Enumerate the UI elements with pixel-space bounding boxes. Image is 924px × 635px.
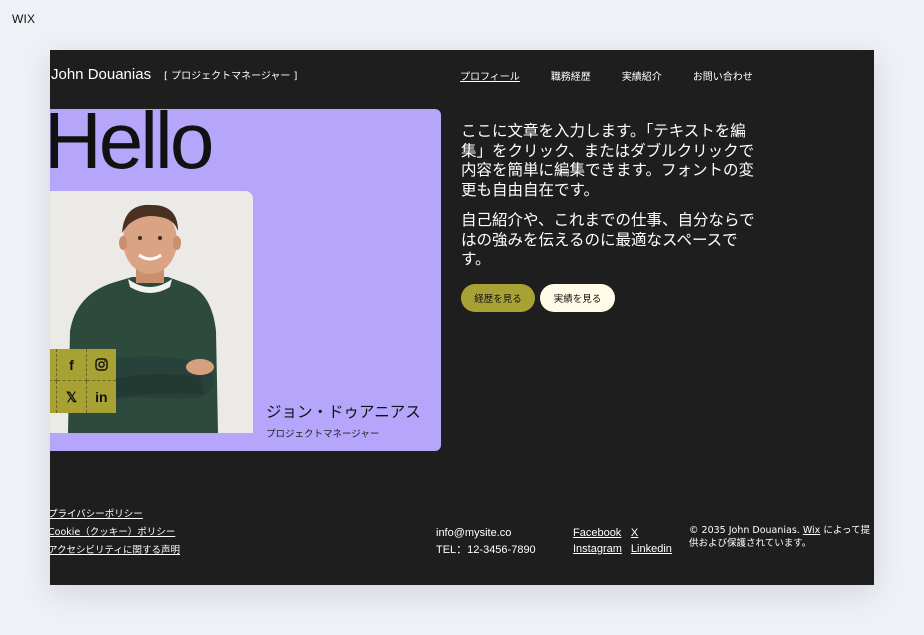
intro-paragraph-2: 自己紹介や、これまでの仕事、自分ならではの強みを伝えるのに最適なスペースです。 bbox=[461, 211, 755, 268]
intro-paragraph-1: ここに文章を入力します。「テキストを編集」をクリック、またはダブルクリックで内容… bbox=[461, 122, 755, 199]
contact-email[interactable]: info@mysite.co bbox=[436, 525, 536, 542]
wix-logo: WIX bbox=[12, 12, 36, 26]
nav-item-profile[interactable]: プロフィール bbox=[460, 68, 520, 83]
view-works-button[interactable]: 実績を見る bbox=[540, 284, 615, 312]
footer-legal-links: プライバシーポリシー Cookie（クッキー）ポリシー アクセシビリティに関する… bbox=[50, 506, 180, 560]
view-career-button[interactable]: 経歴を見る bbox=[461, 284, 535, 312]
person-role: プロジェクトマネージャー bbox=[266, 429, 380, 440]
copyright: © 2035 John Douanias. Wix によって提供および保護されて… bbox=[689, 524, 874, 550]
nav-item-career[interactable]: 職務経歴 bbox=[551, 68, 591, 83]
footer-link-linkedin[interactable]: Linkedin bbox=[631, 541, 672, 557]
linkedin-icon[interactable]: in bbox=[87, 381, 116, 413]
footer-contact: info@mysite.co TEL：12-3456-7890 bbox=[436, 525, 536, 559]
hero-greeting: Hello bbox=[50, 109, 214, 185]
copyright-text: © 2035 John Douanias. bbox=[689, 525, 800, 536]
privacy-policy-link[interactable]: プライバシーポリシー bbox=[50, 506, 180, 524]
intro-text: ここに文章を入力します。「テキストを編集」をクリック、またはダブルクリックで内容… bbox=[461, 122, 761, 270]
social-icon-grid: P f ♪ 𝕏 in bbox=[50, 349, 116, 413]
main-nav: プロフィール 職務経歴 実績紹介 お問い合わせ bbox=[460, 68, 753, 83]
facebook-icon[interactable]: f bbox=[57, 349, 87, 381]
pinterest-icon[interactable]: P bbox=[50, 349, 58, 381]
nav-item-contact[interactable]: お問い合わせ bbox=[693, 68, 753, 83]
footer-social-links: Facebook X Instagram Linkedin bbox=[573, 525, 672, 557]
cookie-policy-link[interactable]: Cookie（クッキー）ポリシー bbox=[50, 524, 180, 542]
tiktok-icon[interactable]: ♪ bbox=[50, 381, 58, 413]
accessibility-statement-link[interactable]: アクセシビリティに関する声明 bbox=[50, 542, 180, 560]
wix-link[interactable]: Wix bbox=[803, 525, 820, 536]
nav-item-works[interactable]: 実績紹介 bbox=[622, 68, 662, 83]
contact-tel: TEL：12-3456-7890 bbox=[436, 544, 536, 556]
site-frame: John Douanias [ プロジェクトマネージャー ] プロフィール 職務… bbox=[50, 50, 874, 585]
instagram-icon[interactable] bbox=[86, 349, 116, 381]
footer-link-facebook[interactable]: Facebook bbox=[573, 525, 622, 541]
footer-link-instagram[interactable]: Instagram bbox=[573, 541, 622, 557]
person-name: ジョン・ドゥアニアス bbox=[266, 403, 421, 421]
site-name[interactable]: John Douanias bbox=[51, 66, 151, 83]
footer-link-x[interactable]: X bbox=[631, 525, 672, 541]
x-icon[interactable]: 𝕏 bbox=[57, 381, 87, 413]
site-role: [ プロジェクトマネージャー ] bbox=[164, 71, 298, 82]
hero-card: Hello f 𝕏 in ジョン・ドゥアニアス プロジェクトマネージャー bbox=[50, 109, 441, 451]
